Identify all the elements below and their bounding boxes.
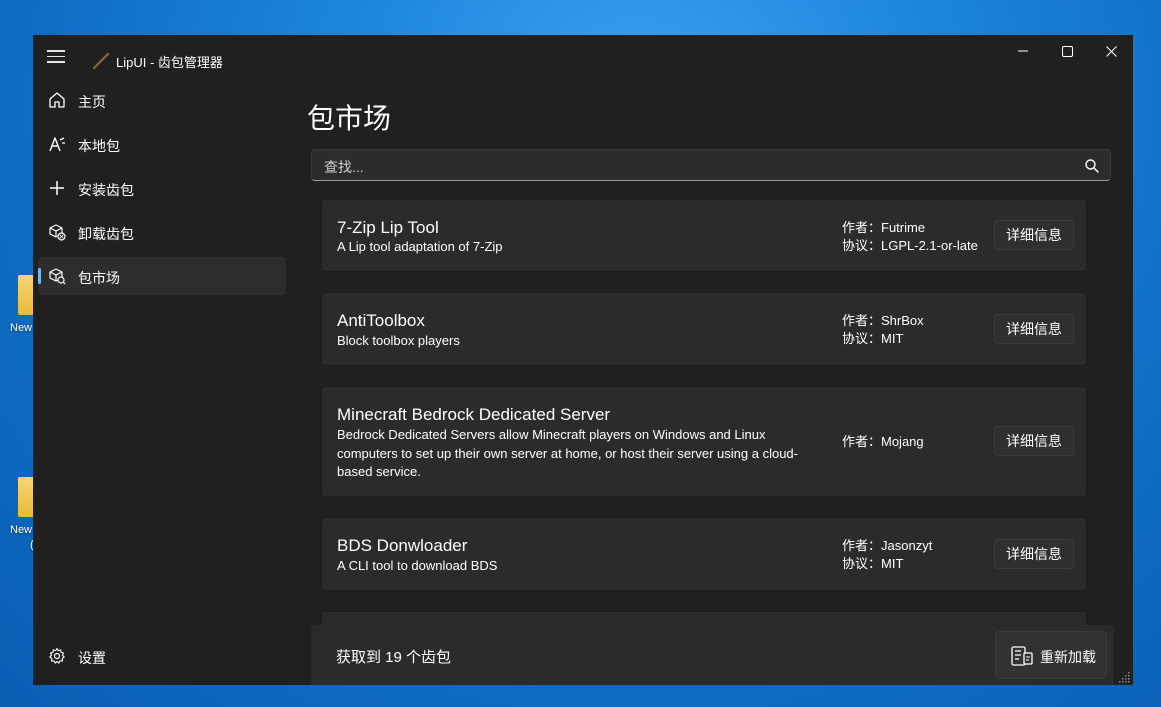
minimize-button[interactable] (1001, 35, 1045, 67)
market-icon (49, 268, 66, 285)
package-license: 协议：LGPL-2.1-or-late (842, 238, 978, 253)
details-button[interactable]: 详细信息 (994, 539, 1074, 569)
package-author: 作者：ShrBox (842, 313, 924, 328)
package-description: A Lip tool adaptation of 7-Zip (337, 239, 503, 254)
package-author: 作者：Mojang (842, 434, 924, 449)
app-logo-icon (92, 52, 110, 70)
package-card: 7-Zip Lip Tool A Lip tool adaptation of … (321, 199, 1087, 272)
details-button[interactable]: 详细信息 (994, 314, 1074, 344)
sidebar-item-label: 安装齿包 (78, 182, 134, 198)
sidebar-item-label: 主页 (78, 94, 106, 110)
sidebar-item-label: 设置 (78, 650, 106, 666)
sidebar-item-uninstall[interactable]: 卸载齿包 (38, 213, 286, 251)
sidebar-item-settings[interactable]: 设置 (38, 637, 286, 675)
search-icon[interactable] (1084, 158, 1100, 174)
package-count-status: 获取到 19 个齿包 (336, 649, 452, 666)
package-author: 作者：Futrime (842, 220, 926, 235)
details-button[interactable]: 详细信息 (994, 220, 1074, 250)
package-description: Bedrock Dedicated Servers allow Minecraf… (337, 427, 798, 479)
home-icon (49, 92, 65, 108)
package-description: A CLI tool to download BDS (337, 558, 498, 573)
page-title: 包市场 (307, 103, 392, 134)
maximize-button[interactable] (1045, 35, 1089, 67)
sidebar-item-label: 卸载齿包 (78, 226, 134, 242)
package-license: 协议：MIT (842, 556, 904, 571)
search-input[interactable] (322, 156, 1066, 178)
sidebar-item-home[interactable]: 主页 (38, 81, 286, 119)
maximize-icon (1061, 45, 1073, 57)
status-footer: 获取到 19 个齿包 重新加载 (311, 625, 1114, 685)
package-description: Block toolbox players (337, 333, 460, 348)
close-icon (1105, 45, 1117, 57)
gear-icon (49, 647, 65, 664)
title-bar[interactable]: LipUI - 齿包管理器 (33, 35, 1133, 81)
local-package-icon (49, 137, 65, 152)
uninstall-package-icon (49, 224, 66, 241)
sidebar-item-local-packages[interactable]: 本地包 (38, 125, 286, 163)
plus-icon (50, 181, 64, 195)
sidebar-item-label: 本地包 (78, 138, 120, 154)
reload-label: 重新加载 (1040, 649, 1096, 665)
reload-button[interactable]: 重新加载 (995, 631, 1107, 679)
package-name: AntiToolbox (337, 311, 425, 330)
sidebar: 主页 本地包 安装齿包 卸载齿包 包市场 设置 (33, 81, 293, 685)
hamburger-menu-icon[interactable] (47, 50, 65, 64)
package-name: Minecraft Bedrock Dedicated Server (337, 405, 611, 424)
package-card: AntiToolbox Block toolbox players 作者：Shr… (321, 292, 1087, 366)
package-name: BDS Donwloader (337, 536, 468, 555)
package-card: BDS Donwloader A CLI tool to download BD… (321, 517, 1087, 591)
package-author: 作者：Jasonzyt (842, 538, 933, 553)
minimize-icon (1018, 50, 1028, 52)
app-window: LipUI - 齿包管理器 主页 本地包 安装齿包 卸载齿包 包市场 设置 包市… (33, 35, 1133, 685)
resize-grip-icon[interactable] (1119, 671, 1131, 683)
sidebar-item-label: 包市场 (78, 270, 120, 286)
close-button[interactable] (1089, 35, 1133, 67)
app-title: LipUI - 齿包管理器 (116, 55, 223, 70)
search-box[interactable] (311, 149, 1111, 181)
package-card: Minecraft Bedrock Dedicated Server Bedro… (321, 386, 1087, 497)
package-license: 协议：MIT (842, 331, 904, 346)
package-name: 7-Zip Lip Tool (337, 218, 439, 237)
details-button[interactable]: 详细信息 (994, 426, 1074, 456)
main-content: 包市场 7-Zip Lip Tool A Lip tool adaptation… (293, 81, 1133, 685)
reload-icon (1011, 646, 1033, 666)
sidebar-item-install[interactable]: 安装齿包 (38, 169, 286, 207)
sidebar-item-market[interactable]: 包市场 (38, 257, 286, 295)
